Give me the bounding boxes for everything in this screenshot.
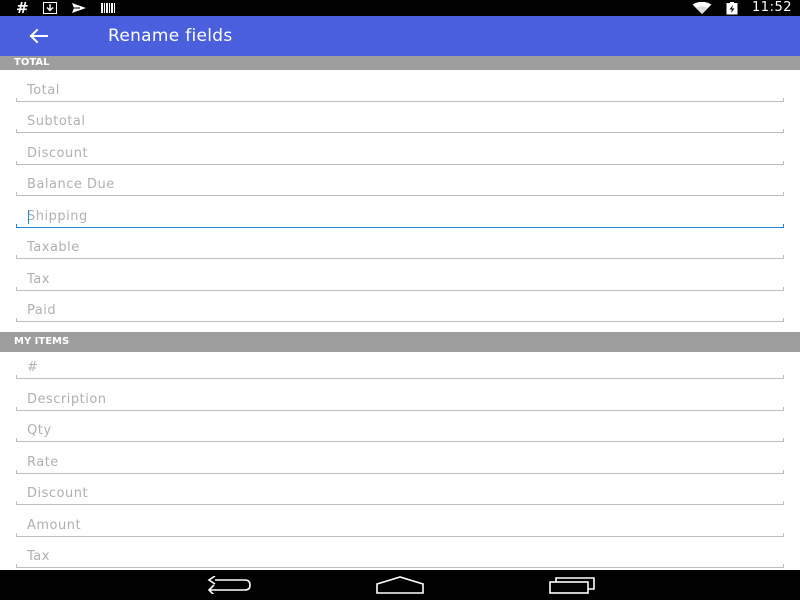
app-bar: Rename fields — [0, 16, 800, 56]
field-subtotal — [16, 102, 784, 133]
section-header-total: TOTAL — [0, 56, 800, 70]
download-icon — [42, 2, 57, 14]
back-button[interactable] — [28, 16, 78, 56]
subtotal-input[interactable] — [16, 114, 784, 132]
field-paid — [16, 291, 784, 322]
field-description — [16, 379, 784, 411]
discount-input[interactable] — [16, 145, 784, 164]
taxable-input[interactable] — [16, 240, 784, 258]
shipping-input[interactable] — [16, 208, 784, 227]
rename-fields-list[interactable]: TOTAL MY ITEMS — [0, 56, 800, 570]
description-input[interactable] — [16, 391, 784, 410]
arrow-back-icon — [29, 28, 48, 44]
hash-icon: # — [16, 0, 29, 17]
tax-input[interactable] — [16, 271, 784, 290]
balance-due-input[interactable] — [16, 177, 784, 195]
nav-back-icon — [207, 576, 251, 594]
item-tax-input[interactable] — [16, 549, 784, 567]
field-balance-due — [16, 165, 784, 196]
page-title: Rename fields — [108, 26, 233, 46]
item-discount-input[interactable] — [16, 486, 784, 504]
section-my-items — [0, 352, 800, 568]
field-tax — [16, 259, 784, 291]
status-bar: # 11:52 — [0, 0, 800, 16]
nav-back-button[interactable] — [205, 575, 253, 595]
text-cursor — [28, 209, 29, 224]
status-bar-notifications: # — [16, 0, 115, 16]
field-qty — [16, 411, 784, 442]
amount-input[interactable] — [16, 517, 784, 536]
field-rate — [16, 442, 784, 474]
battery-charging-icon — [726, 1, 738, 15]
rate-input[interactable] — [16, 454, 784, 473]
field-item-discount — [16, 474, 784, 505]
item-number-input[interactable] — [16, 360, 784, 378]
status-bar-system: 11:52 — [692, 0, 792, 16]
nav-recents-icon — [549, 577, 595, 594]
field-item-number — [16, 352, 784, 379]
qty-input[interactable] — [16, 423, 784, 441]
barcode-icon — [100, 2, 115, 14]
send-icon — [71, 2, 87, 14]
field-shipping — [16, 196, 784, 228]
field-item-tax — [16, 537, 784, 568]
field-taxable — [16, 228, 784, 259]
section-header-my-items: MY ITEMS — [0, 332, 800, 352]
navigation-bar — [0, 570, 800, 600]
wifi-icon — [692, 1, 712, 15]
clock: 11:52 — [752, 0, 792, 15]
total-input[interactable] — [16, 82, 784, 101]
field-amount — [16, 505, 784, 537]
field-total — [16, 70, 784, 102]
nav-home-icon — [376, 576, 424, 594]
nav-recents-button[interactable] — [548, 575, 596, 595]
nav-home-button[interactable] — [375, 575, 425, 595]
section-total — [0, 70, 800, 322]
paid-input[interactable] — [16, 303, 784, 321]
field-discount — [16, 133, 784, 165]
